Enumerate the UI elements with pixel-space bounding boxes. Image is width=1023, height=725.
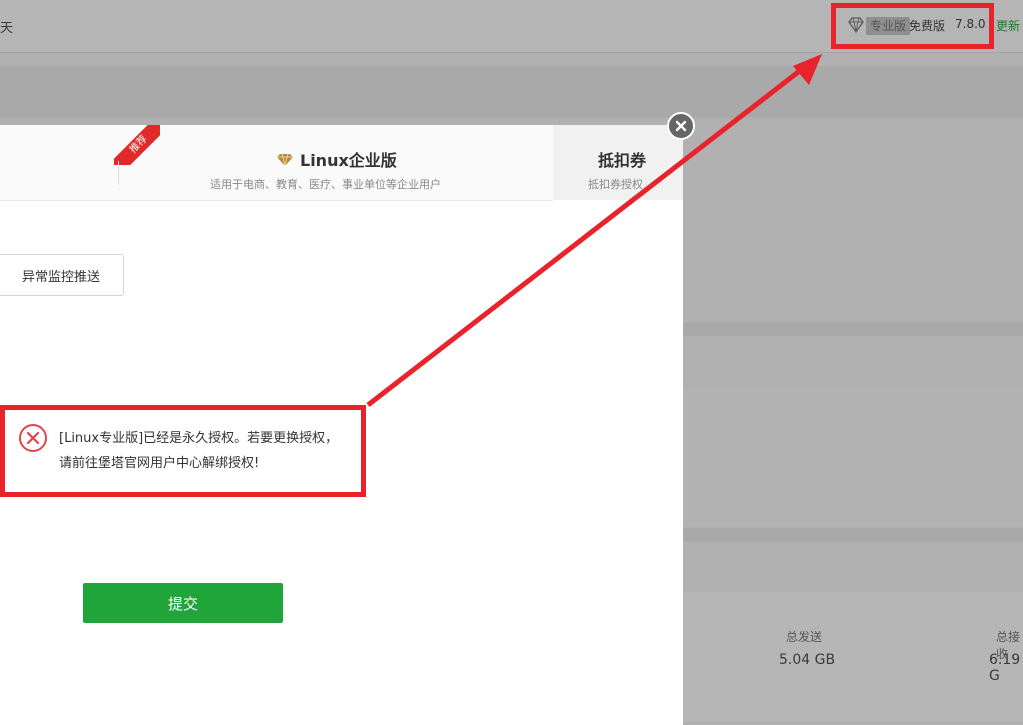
annotation-arrow <box>366 54 822 407</box>
